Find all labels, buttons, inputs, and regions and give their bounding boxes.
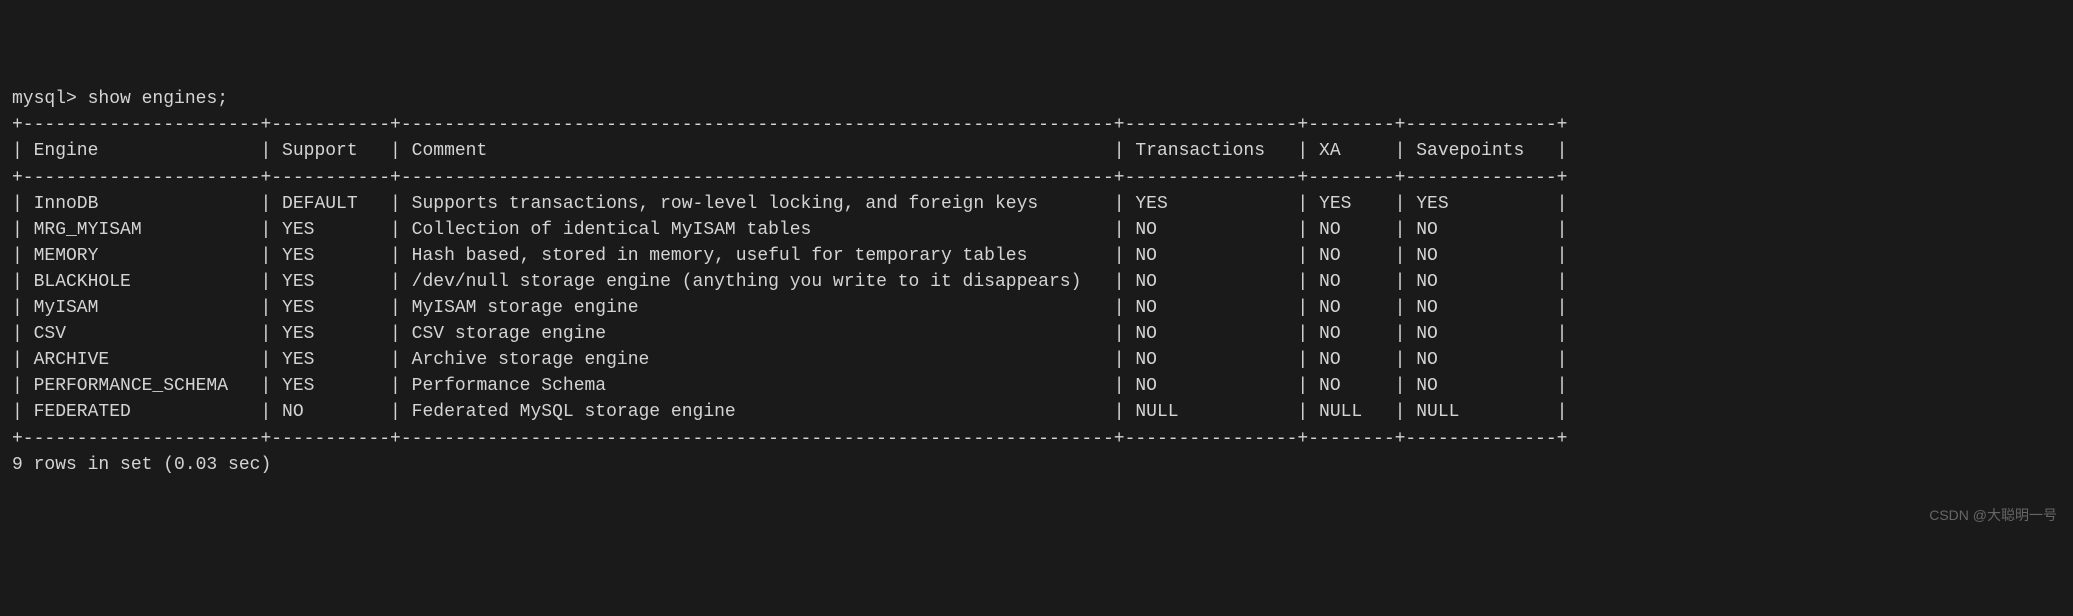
result-footer: 9 rows in set (0.03 sec) — [12, 455, 271, 475]
watermark: CSDN @大聪明一号 — [1929, 505, 2057, 525]
sql-command: show engines; — [88, 89, 228, 109]
table-border-bottom: +----------------------+-----------+----… — [12, 429, 1567, 449]
table-border-top: +----------------------+-----------+----… — [12, 115, 1567, 135]
mysql-prompt: mysql> — [12, 89, 88, 109]
table-border-mid: +----------------------+-----------+----… — [12, 168, 1567, 188]
table-header-row: | Engine | Support | Comment | Transacti… — [12, 141, 1567, 161]
table-body: | InnoDB | DEFAULT | Supports transactio… — [12, 194, 1567, 423]
